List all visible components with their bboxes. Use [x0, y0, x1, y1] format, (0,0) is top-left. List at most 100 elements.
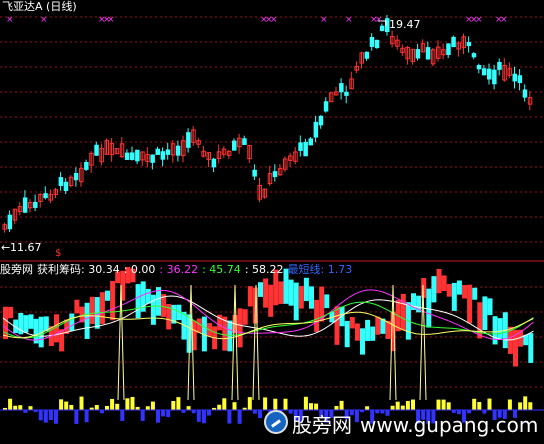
candle-body [150, 154, 155, 163]
volume-bar [161, 410, 166, 417]
candle-body [497, 61, 502, 70]
indicator-bar [74, 299, 80, 314]
indicator-value-profit-chips: 获利筹码: 30.34 [37, 263, 120, 276]
indicator-bar [309, 286, 314, 309]
candle-body [318, 115, 324, 126]
indicator-value-2: : 36.22 [159, 263, 199, 276]
candle-body [252, 169, 257, 177]
candle-body [487, 68, 492, 80]
volume-bar [48, 410, 53, 421]
volume-bar [171, 401, 176, 410]
sell-marker-icon: × [345, 15, 353, 25]
indicator-bar [431, 276, 437, 303]
candle-body [232, 140, 237, 151]
sell-marker-icon: × [500, 15, 508, 25]
indicator-bar [303, 277, 309, 302]
sell-marker-icon: × [320, 15, 328, 25]
indicator-bar [370, 326, 376, 341]
indicator-bar [84, 302, 90, 339]
indicator-bar [110, 280, 116, 321]
volume-bar [94, 405, 99, 410]
volume-bar [201, 410, 206, 424]
volume-bar [523, 396, 528, 410]
candle-body [374, 39, 380, 49]
indicator-bar [528, 333, 534, 363]
sell-marker-icon: × [40, 15, 48, 25]
indicator-bar [451, 282, 457, 311]
candle-body [63, 181, 69, 192]
indicator-bar [278, 281, 284, 305]
sell-marker-icon: × [6, 15, 14, 25]
candle-body [323, 101, 329, 112]
volume-bar [217, 404, 222, 410]
indicator-bar [482, 296, 488, 331]
candle-body [22, 197, 28, 213]
indicator-bar [334, 306, 340, 345]
volume-bar [79, 396, 84, 410]
candle-body [364, 51, 370, 59]
indicator-bar [344, 320, 350, 348]
volume-bar [115, 403, 120, 410]
indicator-value-4: : 58.22 [244, 263, 284, 276]
indicator-bar [324, 294, 330, 309]
volume-bar [196, 410, 201, 422]
indicator-bar [298, 285, 304, 309]
candle-body [466, 41, 472, 47]
indicator-bar [456, 280, 462, 295]
indicator-bar [145, 288, 151, 304]
candle-body [415, 49, 421, 59]
indicator-bar [441, 275, 447, 292]
volume-bar [258, 410, 262, 419]
indicator-bar [426, 288, 432, 328]
candle-body [165, 149, 171, 155]
volume-bar [227, 410, 232, 424]
indicator-bar [467, 284, 473, 324]
candle-body [130, 152, 135, 160]
volume-bar [273, 398, 278, 410]
indicator-bar [268, 284, 274, 317]
signal-icon: $ [55, 248, 61, 259]
chart-title: 飞亚达A (日线) [2, 0, 77, 13]
indicator-bar [497, 318, 503, 339]
indicator-legend: 股旁网 获利筹码: 30.34 : 0.00 : 36.22 : 45.74 :… [0, 263, 352, 277]
candle-body [492, 69, 497, 85]
candle-body [339, 83, 344, 93]
volume-bar [120, 410, 125, 421]
candle-body [124, 152, 130, 160]
candle-body [298, 142, 303, 151]
indicator-bar [227, 320, 233, 352]
volume-bar [74, 410, 79, 424]
volume-bar [69, 404, 74, 410]
volume-bar [43, 410, 48, 423]
volume-bar [125, 398, 130, 410]
candle-body [160, 151, 166, 160]
low-price-label: 11.67 [10, 241, 42, 254]
candle-body [186, 132, 191, 148]
volume-bar [59, 399, 64, 410]
volume-bar [247, 397, 252, 410]
candle-body [94, 144, 99, 156]
candle-body [155, 148, 160, 155]
candle-body [471, 53, 477, 58]
sell-marker-icon: × [270, 15, 278, 25]
indicator-bar [222, 316, 228, 351]
sell-marker-icon: × [107, 15, 115, 25]
indicator-bar [242, 309, 248, 325]
indicator-bar [89, 296, 95, 325]
indicator-value-1: : 0.00 [123, 263, 156, 276]
volume-bar [252, 410, 257, 414]
candle-body [242, 138, 247, 145]
volume-bar [232, 402, 237, 410]
candle-body [135, 149, 140, 162]
indicator-bar [360, 328, 365, 355]
candle-body [211, 158, 217, 168]
volume-bar [84, 410, 89, 423]
high-price-label: 19.47 [389, 18, 421, 31]
candle-body [522, 89, 528, 98]
volume-bar [150, 401, 155, 410]
volume-bar [237, 410, 242, 424]
indicator-bar [492, 316, 498, 345]
indicator-bar [237, 308, 243, 348]
sell-marker-icon: × [375, 15, 383, 25]
volume-bar [222, 398, 227, 410]
